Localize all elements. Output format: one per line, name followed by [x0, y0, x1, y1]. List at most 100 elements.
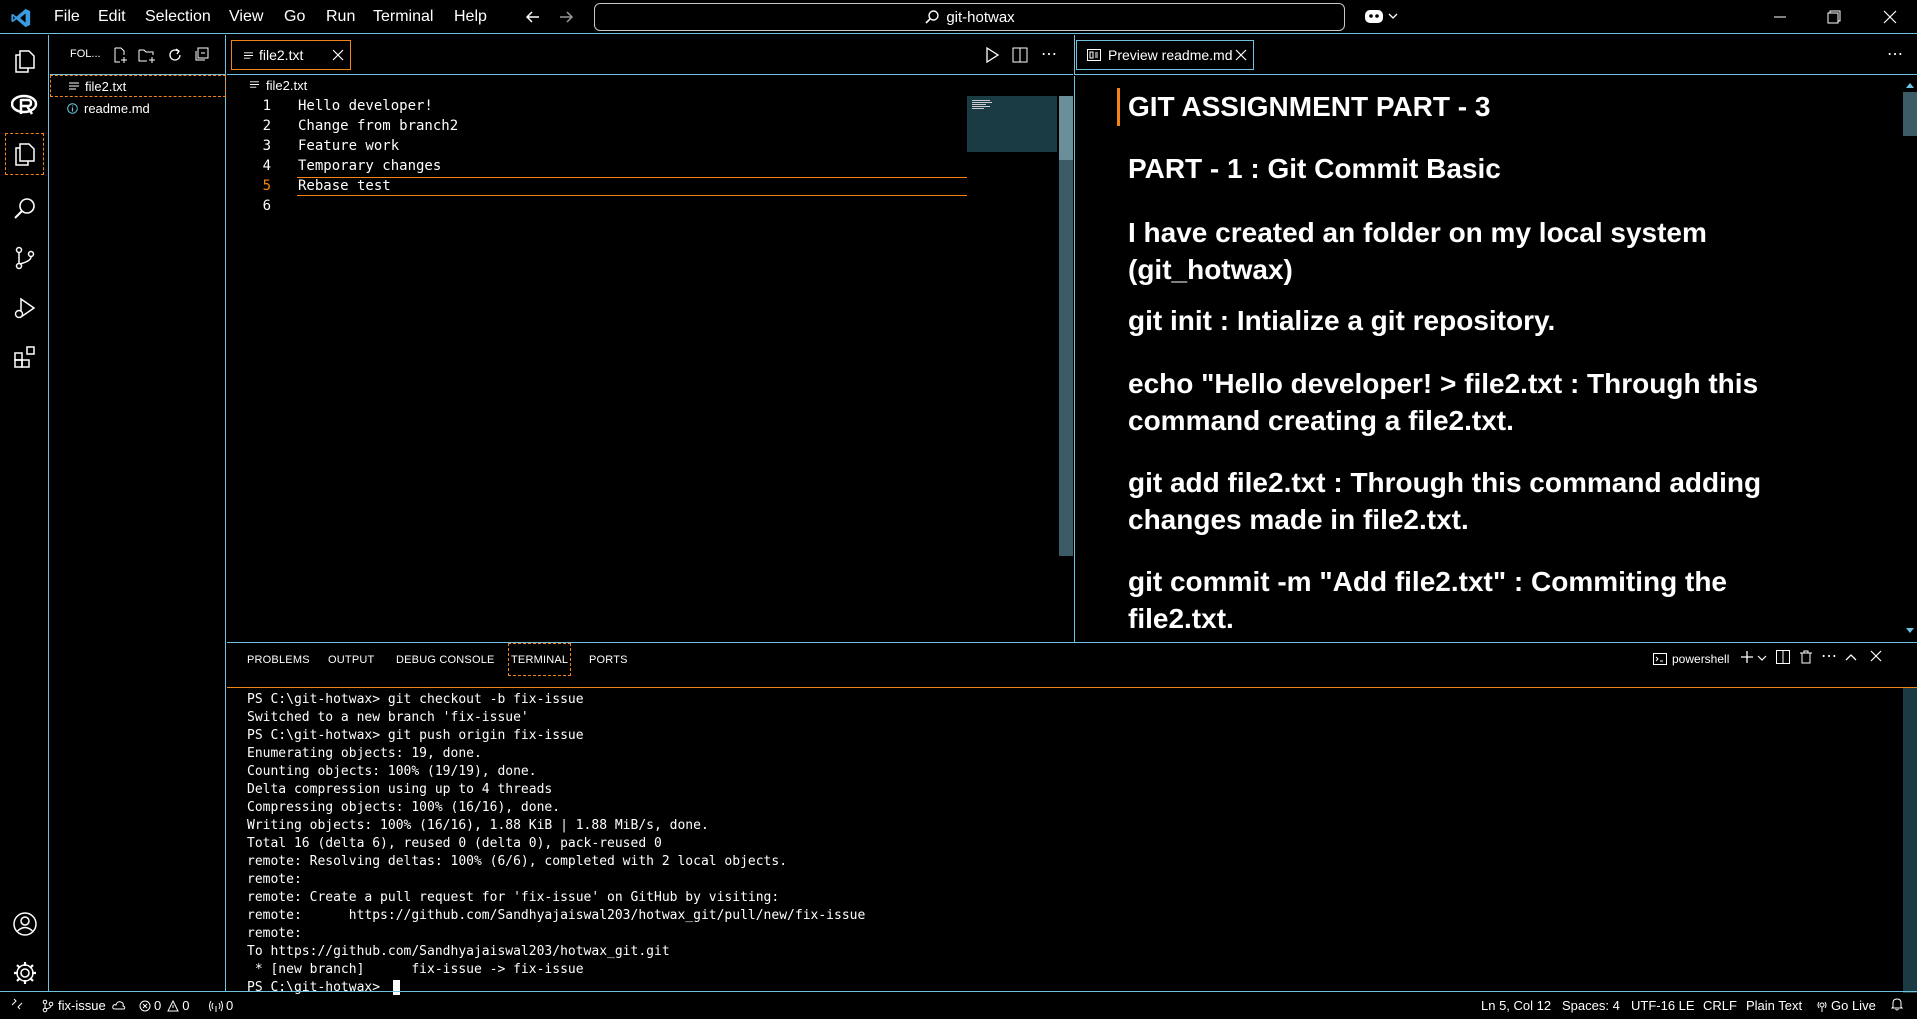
- terminal-line: remote:: [247, 872, 302, 887]
- close-tab-icon[interactable]: [1235, 49, 1247, 61]
- new-file-icon[interactable]: [112, 47, 128, 63]
- line-number: 2: [262, 118, 271, 134]
- line-number: 6: [262, 198, 271, 214]
- more-actions-icon[interactable]: ⋯: [1041, 44, 1057, 64]
- close-window-button[interactable]: [1872, 4, 1908, 30]
- preview-paragraph: I have created an folder on my local sys…: [1128, 217, 1707, 285]
- run-file-icon[interactable]: [985, 47, 999, 63]
- extensions-icon[interactable]: [0, 333, 49, 381]
- scroll-up-arrow-icon[interactable]: [1904, 80, 1916, 90]
- terminal-line: Switched to a new branch 'fix-issue': [247, 710, 529, 725]
- accounts-icon[interactable]: [0, 900, 49, 948]
- line-number: 3: [262, 138, 271, 154]
- more-actions-icon[interactable]: ⋯: [1887, 44, 1903, 64]
- editor-scroll-thumb[interactable]: [1059, 96, 1073, 160]
- minimize-button[interactable]: [1762, 4, 1798, 30]
- new-folder-icon[interactable]: [138, 47, 156, 63]
- language-mode[interactable]: Plain Text: [1746, 998, 1802, 1013]
- terminal-line: To https://github.com/Sandhyajaiswal203/…: [247, 944, 670, 959]
- preview-tabs: Preview readme.md ⋯: [1074, 35, 1917, 75]
- error-count: 0: [154, 998, 162, 1013]
- more-actions-icon[interactable]: ⋯: [1821, 646, 1837, 666]
- tab-file2[interactable]: file2.txt: [231, 40, 351, 70]
- terminal-line: Enumerating objects: 19, done.: [247, 746, 482, 761]
- status-bar: fix-issue 0 0 0 Ln 5, Col 12 Spaces: 4 U…: [0, 991, 1917, 1019]
- broadcast-icon: [1816, 1000, 1828, 1012]
- settings-gear-icon[interactable]: [0, 949, 49, 997]
- close-tab-icon[interactable]: [332, 49, 344, 61]
- trash-icon[interactable]: [1799, 650, 1813, 664]
- terminal-scrollbar[interactable]: [1903, 688, 1917, 993]
- collapse-all-icon[interactable]: [193, 47, 209, 63]
- tab-preview-readme[interactable]: Preview readme.md: [1076, 40, 1254, 70]
- copilot-menu[interactable]: [1363, 6, 1398, 26]
- forward-arrow-icon[interactable]: [556, 7, 576, 27]
- error-icon: [139, 1000, 151, 1012]
- ports-count: 0: [226, 998, 234, 1013]
- line-ending[interactable]: CRLF: [1703, 998, 1737, 1013]
- terminal-shell-selector[interactable]: powershell: [1653, 652, 1729, 666]
- editor-scrollbar[interactable]: [1059, 96, 1073, 556]
- menu-edit[interactable]: Edit: [98, 8, 126, 26]
- restore-button[interactable]: [1816, 4, 1852, 30]
- source-control-icon[interactable]: [0, 234, 49, 282]
- minimap[interactable]: [967, 96, 1057, 152]
- menu-run[interactable]: Run: [326, 8, 355, 26]
- menu-go[interactable]: Go: [284, 8, 305, 26]
- cursor-position[interactable]: Ln 5, Col 12: [1481, 998, 1551, 1013]
- close-panel-icon[interactable]: [1870, 650, 1882, 662]
- menu-selection[interactable]: Selection: [145, 8, 211, 26]
- sync-cloud-icon: [111, 1000, 126, 1012]
- refresh-icon[interactable]: [167, 47, 183, 63]
- tab-label: file2.txt: [259, 47, 304, 63]
- encoding[interactable]: UTF-16 LE: [1631, 998, 1695, 1013]
- terminal-line: remote: Resolving deltas: 100% (6/6), co…: [247, 854, 788, 869]
- maximize-panel-icon[interactable]: [1844, 650, 1858, 664]
- back-arrow-icon[interactable]: [523, 7, 543, 27]
- explorer-files-icon[interactable]: [0, 37, 49, 85]
- terminal-line: * [new branch] fix-issue -> fix-issue: [247, 962, 584, 977]
- tab-ports[interactable]: PORTS: [589, 643, 628, 676]
- tab-terminal[interactable]: TERMINAL: [508, 643, 572, 676]
- file-item-readme[interactable]: readme.md: [50, 97, 226, 119]
- indentation[interactable]: Spaces: 4: [1562, 998, 1620, 1013]
- r-language-icon[interactable]: [0, 81, 49, 129]
- breadcrumb-file[interactable]: file2.txt: [266, 78, 307, 93]
- terminal-line: remote:: [247, 926, 302, 941]
- split-terminal-icon[interactable]: [1776, 650, 1790, 664]
- remote-indicator-icon[interactable]: [11, 998, 23, 1010]
- tab-problems[interactable]: PROBLEMS: [247, 643, 310, 676]
- file-item-file2[interactable]: file2.txt: [50, 75, 226, 97]
- run-debug-icon[interactable]: [0, 284, 49, 332]
- command-center-search[interactable]: git-hotwax: [594, 3, 1345, 31]
- menu-file[interactable]: File: [54, 8, 80, 26]
- menu-view[interactable]: View: [229, 8, 263, 26]
- menu-help[interactable]: Help: [454, 8, 487, 26]
- chevron-down-icon[interactable]: [1757, 653, 1767, 663]
- code-editor[interactable]: 1 Hello developer! 2 Change from branch2…: [227, 96, 967, 636]
- branch-indicator[interactable]: fix-issue: [42, 998, 126, 1013]
- problems-indicator[interactable]: 0 0: [139, 998, 189, 1013]
- new-terminal-plus-icon[interactable]: [1740, 650, 1754, 664]
- lines-icon: [69, 81, 79, 91]
- terminal[interactable]: PS C:\git-hotwax> git checkout -b fix-is…: [227, 687, 1917, 995]
- notifications-bell-icon[interactable]: [1891, 998, 1903, 1011]
- tab-output[interactable]: OUTPUT: [328, 643, 374, 676]
- tab-debug-console[interactable]: DEBUG CONSOLE: [396, 643, 495, 676]
- markdown-preview[interactable]: GIT ASSIGNMENT PART - 3 PART - 1 : Git C…: [1074, 76, 1917, 642]
- ports-indicator[interactable]: 0: [209, 998, 233, 1013]
- go-live-button[interactable]: Go Live: [1816, 998, 1876, 1013]
- git-branch-icon: [42, 999, 54, 1013]
- explorer-header: FOL...: [50, 35, 226, 75]
- shell-name: powershell: [1672, 652, 1730, 666]
- search-sidebar-icon[interactable]: [0, 185, 49, 233]
- terminal-line: remote: https://github.com/Sandhyajaiswa…: [247, 908, 866, 923]
- scroll-down-arrow-icon[interactable]: [1904, 626, 1916, 636]
- split-editor-icon[interactable]: [1012, 47, 1028, 63]
- preview-scroll-thumb[interactable]: [1903, 92, 1917, 136]
- chevron-down-icon: [1388, 11, 1398, 21]
- menu-terminal[interactable]: Terminal: [373, 8, 433, 26]
- activity-bar: [0, 35, 49, 991]
- preview-paragraph: git init : Intialize a git repository.: [1128, 305, 1556, 336]
- explorer-active-icon[interactable]: [0, 130, 49, 178]
